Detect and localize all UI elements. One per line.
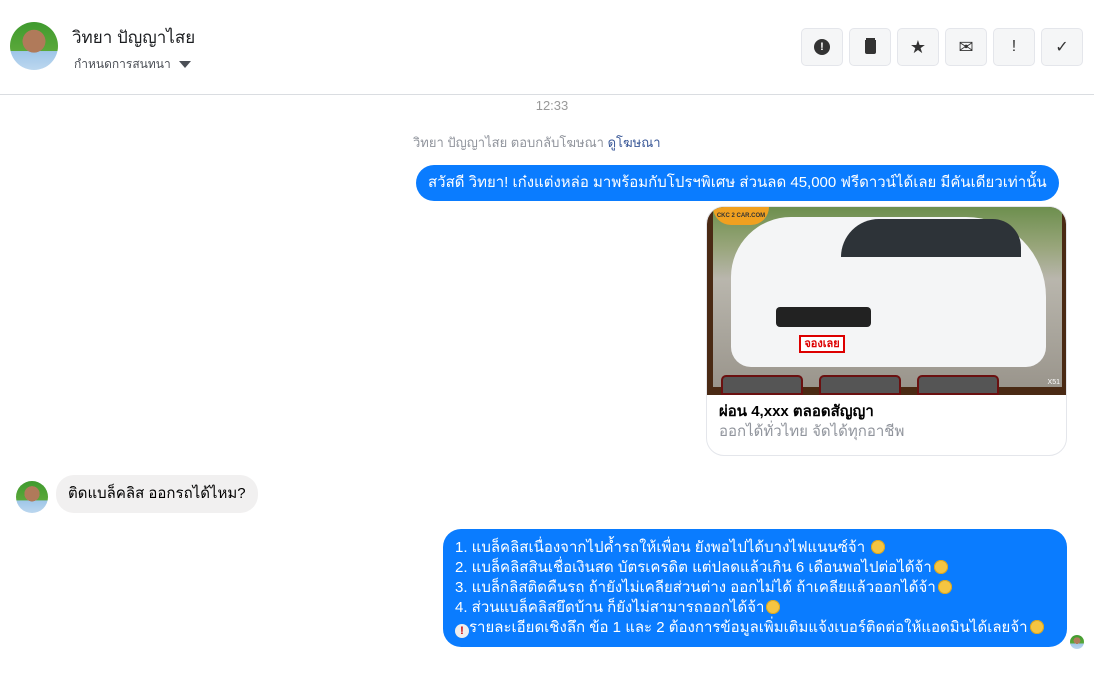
reply-line: 2. แบล็คลิสสินเชื่อเงินสด บัตรเครดิต แต่… [455, 558, 1055, 578]
reply-text: 3. แบล็กลิสติดคืนรถ ถ้ายังไม่เคลียส่วนต่… [455, 579, 936, 596]
check-icon: ✓ [1055, 39, 1069, 56]
star-icon: ★ [909, 36, 927, 57]
mark-done-button[interactable]: ✓ [1041, 28, 1083, 66]
reply-text: 4. ส่วนแบล็คลิสยึดบ้าน ก็ยังไม่สามารถออก… [455, 599, 765, 616]
nerd-face-emoji-icon [871, 540, 886, 554]
image-code: X51 [1047, 379, 1060, 386]
star-button[interactable]: ★ [897, 28, 939, 66]
report-button[interactable]: ! [801, 28, 843, 66]
alert-circle-icon: ! [814, 39, 830, 55]
conversation-settings-dropdown[interactable]: กำหนดการสนทนา [74, 55, 191, 74]
outgoing-reply: 1. แบล็คลิสเนื่องจากไปค้ำรถให้เพื่อน ยัง… [443, 529, 1067, 647]
car-illustration: จองเลย [731, 217, 1046, 367]
plate-label: จองเลย [799, 335, 845, 353]
nerd-face-emoji-icon [937, 580, 952, 594]
delete-button[interactable] [849, 28, 891, 66]
outgoing-message: สวัสดี วิทยา! เก๋งแต่งหล่อ มาพร้อมกับโปร… [416, 165, 1059, 201]
caret-down-icon [178, 61, 191, 68]
view-ad-link[interactable]: ดูโฆษณา [608, 135, 661, 150]
conversation-header: วิทยา ปัญญาไสย กำหนดการสนทนา ! ★ ✉ ! ✓ [0, 0, 1094, 95]
nerd-face-emoji-icon [766, 600, 781, 614]
ad-card-subtitle: ออกได้ทั่วไทย จัดได้ทุกอาชีพ [719, 423, 905, 440]
car-image: จองเลย CKC 2 CAR.COM X51 [707, 207, 1066, 395]
mark-unread-button[interactable]: ✉ [945, 28, 987, 66]
reply-text: 2. แบล็คลิสสินเชื่อเงินสด บัตรเครดิต แต่… [455, 559, 932, 576]
reply-text: รายละเอียดเชิงลึก ข้อ 1 และ 2 ต้องการข้อ… [469, 619, 1028, 636]
contact-name: วิทยา ปัญญาไสย [72, 28, 196, 47]
dropdown-label: กำหนดการสนทนา [74, 57, 171, 71]
nerd-face-emoji-icon [933, 560, 948, 574]
notice-text: วิทยา ปัญญาไสย ตอบกลับโฆษณา [413, 135, 604, 150]
reply-line: 3. แบล็กลิสติดคืนรถ ถ้ายังไม่เคลียส่วนต่… [455, 578, 1055, 598]
reply-text: 1. แบล็คลิสเนื่องจากไปค้ำรถให้เพื่อน ยัง… [455, 539, 866, 556]
reply-line: 4. ส่วนแบล็คลิสยึดบ้าน ก็ยังไม่สามารถออก… [455, 598, 1055, 618]
message-timestamp: 12:33 [535, 98, 569, 113]
incoming-message: ติดแบล็คลิส ออกรถได้ไหม? [56, 475, 258, 513]
contact-avatar[interactable] [10, 22, 58, 70]
envelope-icon: ✉ [958, 36, 974, 57]
exclamation-emoji-icon: ! [455, 624, 469, 638]
nerd-face-emoji-icon [1029, 620, 1044, 634]
ad-reply-notice: วิทยา ปัญญาไสย ตอบกลับโฆษณา ดูโฆษณา [413, 132, 661, 153]
ad-card[interactable]: จองเลย CKC 2 CAR.COM X51 ผ่อน 4,xxx ตลอด… [706, 206, 1067, 456]
important-button[interactable]: ! [993, 28, 1035, 66]
reply-line: 1. แบล็คลิสเนื่องจากไปค้ำรถให้เพื่อน ยัง… [455, 538, 1055, 558]
seen-by-avatar [1070, 635, 1084, 649]
exclamation-icon: ! [1011, 38, 1017, 55]
dealer-logo: CKC 2 CAR.COM [713, 207, 769, 225]
trash-icon [864, 40, 876, 54]
toolbar: ! ★ ✉ ! ✓ [801, 28, 1083, 66]
sender-avatar[interactable] [16, 481, 48, 513]
reply-line: ! รายละเอียดเชิงลึก ข้อ 1 และ 2 ต้องการข้… [455, 618, 1055, 638]
